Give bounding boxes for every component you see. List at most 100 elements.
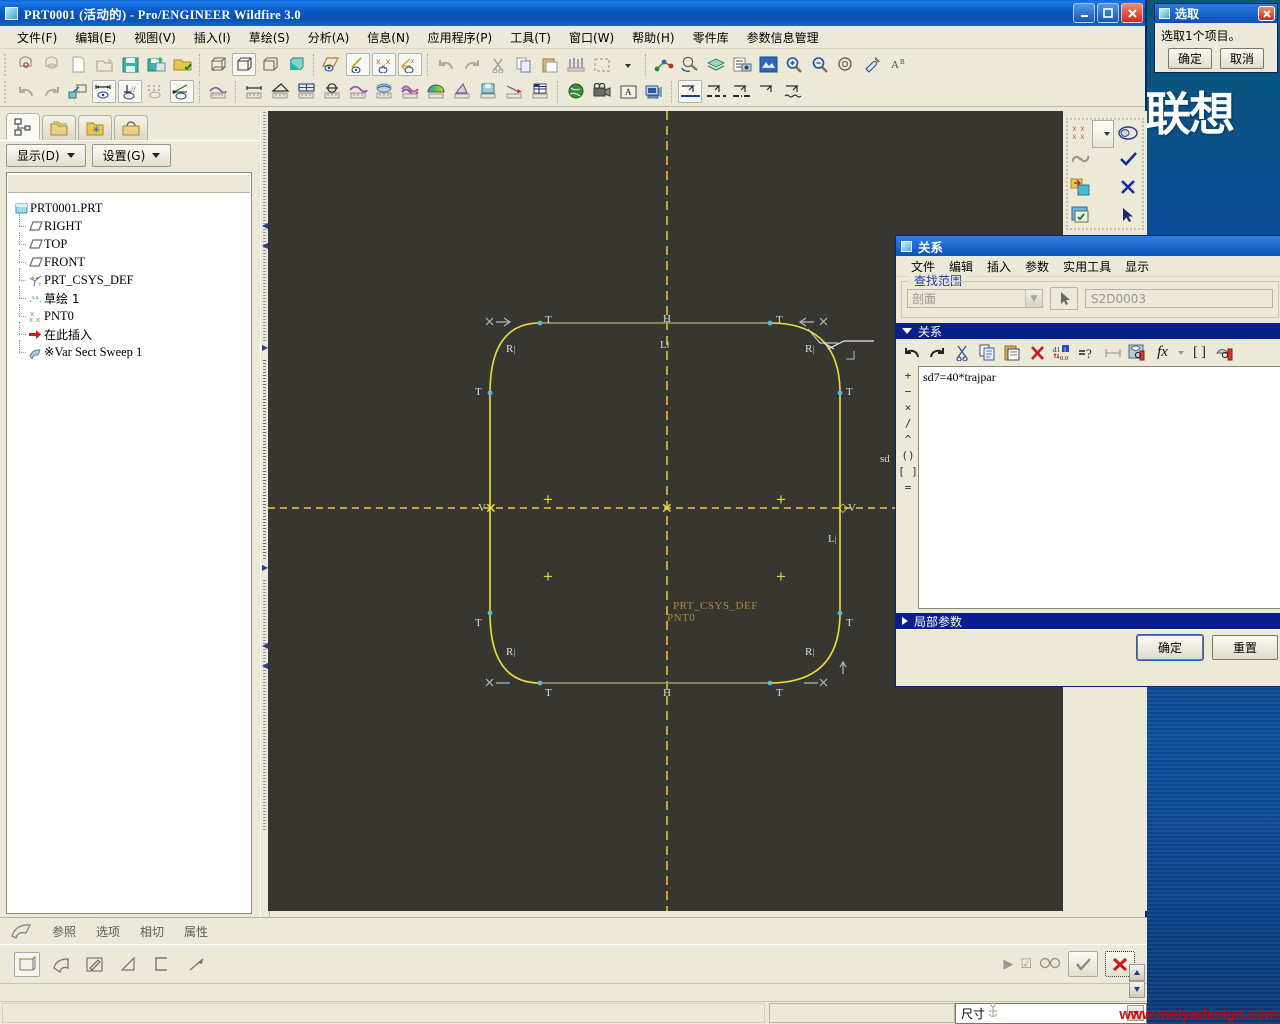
undo-button[interactable] (434, 53, 458, 76)
vertex-display-button[interactable] (170, 80, 194, 103)
datum-axis-display-button[interactable] (346, 53, 370, 76)
wireframe-display-button[interactable] (206, 53, 230, 76)
grid-display-button[interactable] (144, 80, 168, 103)
favorites-tab[interactable]: ✳ (78, 115, 112, 140)
menu-item-part-library[interactable]: 零件库 (684, 27, 738, 48)
object-name-field[interactable]: S2D0003 (1085, 289, 1273, 308)
chain-link-button[interactable] (1069, 147, 1093, 170)
tree-item-sketch[interactable]: 草绘 1 (13, 286, 251, 307)
select-arrow-button[interactable] (1116, 203, 1140, 226)
curvature-analysis-button[interactable] (398, 80, 422, 103)
switch-dimensions-button[interactable]: d1 1 0.0 (1050, 341, 1075, 365)
shaded-display-button[interactable] (284, 53, 308, 76)
tab-references[interactable]: 参照 (42, 921, 86, 942)
tab-options[interactable]: 选项 (86, 921, 130, 942)
function-button[interactable]: fx (1150, 341, 1175, 365)
relations-menu-insert[interactable]: 插入 (980, 257, 1018, 276)
relations-menu-params[interactable]: 参数 (1018, 257, 1056, 276)
sketch-view-button[interactable] (1069, 203, 1093, 226)
operator-brackets[interactable]: [ ] (898, 465, 918, 478)
glasses-icon[interactable] (1039, 956, 1061, 973)
angle-dimension-button[interactable] (268, 80, 292, 103)
function-dropdown-arrow[interactable] (1175, 341, 1187, 365)
menu-item-sketch[interactable]: 草绘(S) (240, 27, 299, 48)
connections-tab[interactable] (114, 115, 148, 140)
redo-button[interactable] (925, 341, 950, 365)
line-style-wavy-button[interactable] (782, 80, 806, 103)
delete-button[interactable] (1025, 341, 1050, 365)
diameter-dimension-button[interactable] (320, 80, 344, 103)
flip-direction-button[interactable] (184, 952, 210, 977)
datum-plane-display-button[interactable] (320, 53, 344, 76)
datum-points-display-button[interactable]: xxxx (1069, 121, 1093, 144)
play-button[interactable]: ▶ (1003, 956, 1013, 972)
sketch-reference-button[interactable] (66, 80, 90, 103)
tree-item-top-plane[interactable]: TOP (13, 232, 251, 253)
screen-capture-button[interactable] (642, 80, 666, 103)
relations-text-editor[interactable]: sd7=40*trajpar (918, 366, 1280, 609)
relations-ok-button[interactable]: 确定 (1136, 634, 1203, 660)
coordinate-system-display-button[interactable]: x (398, 53, 422, 76)
menu-item-param-management[interactable]: 参数信息管理 (738, 27, 828, 48)
maximize-button[interactable] (1097, 3, 1119, 23)
measure-curve-button[interactable] (206, 80, 230, 103)
relations-reset-button[interactable]: 重置 (1211, 634, 1278, 660)
save-button[interactable] (118, 53, 142, 76)
tree-item-part[interactable]: PRT0001.PRT (13, 199, 251, 217)
zoom-out-button[interactable] (808, 53, 832, 76)
accept-check-button[interactable] (1116, 147, 1140, 170)
menu-item-view[interactable]: 视图(V) (125, 27, 185, 48)
minimize-button[interactable] (1073, 3, 1095, 23)
tab-tangency[interactable]: 相切 (130, 921, 174, 942)
note-button[interactable]: A (616, 80, 640, 103)
menu-item-help[interactable]: 帮助(H) (623, 27, 683, 48)
operator-divide[interactable]: / (905, 417, 912, 430)
splitter-grip-middle[interactable] (263, 360, 266, 560)
dimension-button[interactable] (1100, 341, 1125, 365)
chevron-down-icon[interactable]: ▼ (1025, 290, 1042, 307)
datum-point-display-button[interactable]: x xx (372, 53, 396, 76)
message-scrollbar[interactable] (1129, 964, 1145, 1000)
select-box-button[interactable] (590, 53, 614, 76)
menu-item-info[interactable]: 信息(N) (358, 27, 418, 48)
model-analysis-button[interactable] (528, 80, 552, 103)
cut-button[interactable] (950, 341, 975, 365)
brackets-button[interactable]: [ ] (1187, 341, 1212, 365)
menu-item-edit[interactable]: 编辑(E) (66, 27, 125, 48)
operator-plus[interactable]: + (905, 369, 912, 382)
new-file-button[interactable] (14, 53, 38, 76)
model-tree-tab[interactable] (6, 113, 40, 140)
tree-item-right-plane[interactable]: RIGHT (13, 214, 251, 235)
close-button[interactable] (1121, 3, 1143, 23)
refit-button[interactable] (834, 53, 858, 76)
menu-item-window[interactable]: 窗口(W) (560, 27, 623, 48)
hidden-line-display-button[interactable] (232, 53, 256, 76)
no-hidden-display-button[interactable] (258, 53, 282, 76)
insert-list-button[interactable] (1125, 341, 1150, 365)
delete-analysis-button[interactable] (502, 80, 526, 103)
tree-item-insert-here[interactable]: 在此插入 (13, 322, 251, 343)
operator-equals[interactable]: = (905, 481, 912, 494)
check-in-button[interactable] (170, 53, 194, 76)
show-menu-button[interactable]: 显示(D) (6, 144, 86, 167)
redo-button[interactable] (460, 53, 484, 76)
open-file-button[interactable] (40, 53, 64, 76)
regenerate-button[interactable] (564, 53, 588, 76)
sketch-undo-button[interactable] (14, 80, 38, 103)
open-folder-button[interactable] (92, 53, 116, 76)
tree-item-point[interactable]: xxx PNT0 (13, 304, 251, 325)
dimension-display-button[interactable] (92, 80, 116, 103)
line-style-thin-button[interactable] (756, 80, 780, 103)
datum-point-create-button[interactable] (652, 53, 676, 76)
operator-power[interactable]: ^ (905, 433, 912, 446)
constraint-display-button[interactable]: // (118, 80, 142, 103)
tree-item-front-plane[interactable]: FRONT (13, 250, 251, 271)
appearance-button[interactable] (756, 53, 780, 76)
select-dialog-close-button[interactable] (1258, 6, 1275, 21)
animation-button[interactable] (590, 80, 614, 103)
line-style-solid-button[interactable] (678, 80, 702, 103)
operator-minus[interactable]: − (905, 385, 912, 398)
select-dialog-ok-button[interactable]: 确定 (1167, 48, 1212, 69)
copy-button[interactable] (512, 53, 536, 76)
surface-analysis-button[interactable] (372, 80, 396, 103)
